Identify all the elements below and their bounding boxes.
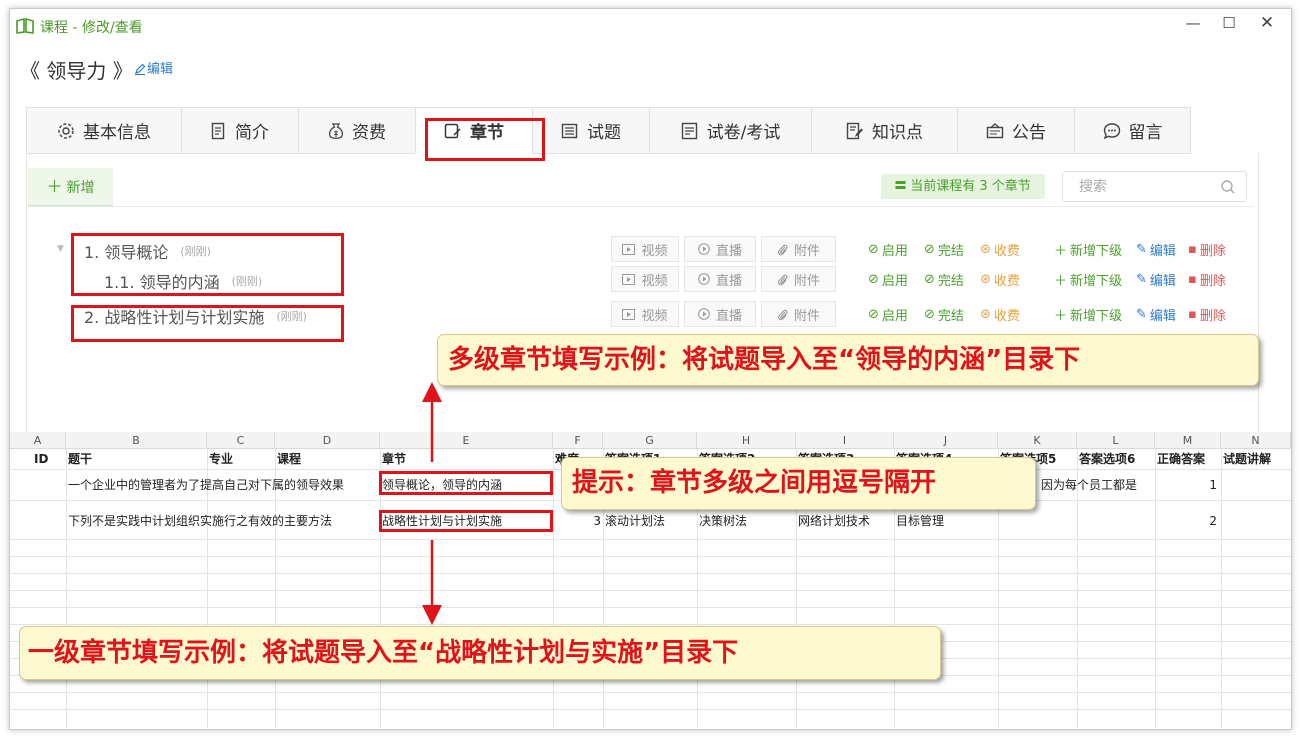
callout-single-level: 一级章节填写示例：将试题导入至“战略性计划与实施”目录下	[19, 626, 941, 680]
callout-multilevel: 多级章节填写示例：将试题导入至“领导的内涵”目录下	[437, 334, 1259, 386]
callout-hint: 提示：章节多级之间用逗号隔开	[561, 457, 1036, 510]
